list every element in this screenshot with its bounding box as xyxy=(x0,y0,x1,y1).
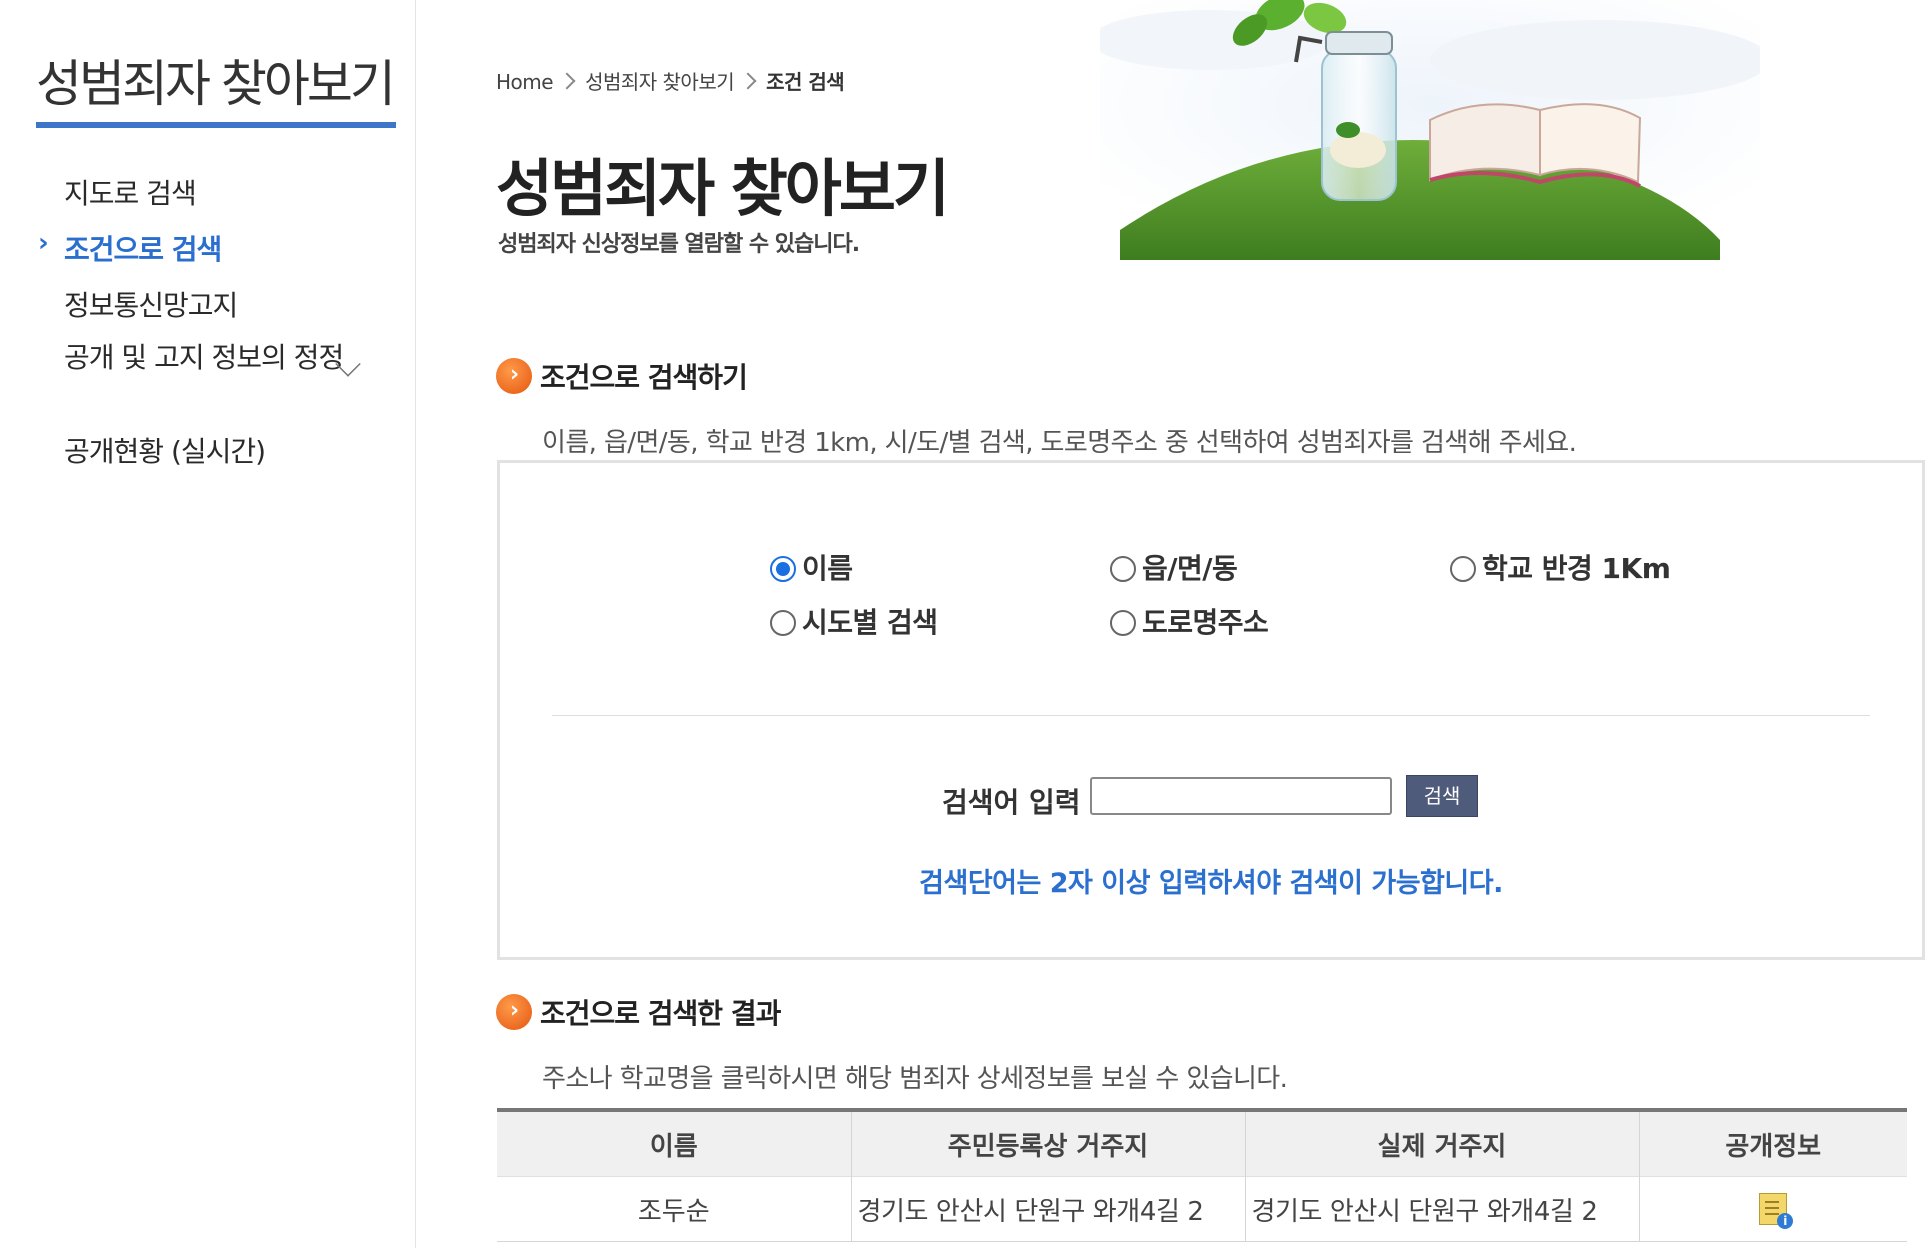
sidebar-item-label: 지도로 검색 xyxy=(64,177,197,210)
sidebar-item-map-search[interactable]: 지도로 검색 xyxy=(64,172,344,228)
search-panel: 이름 읍/면/동 학교 반경 1Km 시도별 검색 도로명주소 검색어 입력 검… xyxy=(497,460,1925,960)
sidebar-item-label: 공개 및 고지 정보의 정정 xyxy=(64,341,344,374)
results-table: 이름 주민등록상 거주지 실제 거주지 공개정보 조두순 경기도 안산시 단원구… xyxy=(497,1108,1907,1242)
column-header-name: 이름 xyxy=(497,1108,851,1177)
search-section-heading: › 조건으로 검색하기 xyxy=(496,356,748,396)
search-input[interactable] xyxy=(1090,777,1392,815)
search-input-label: 검색어 입력 xyxy=(942,786,1081,819)
radio-option-label: 도로명주소 xyxy=(1142,606,1269,639)
search-section-heading-text: 조건으로 검색하기 xyxy=(540,361,748,394)
column-header-public-info: 공개정보 xyxy=(1638,1108,1907,1177)
radio-button[interactable] xyxy=(1110,610,1136,636)
results-section-heading-text: 조건으로 검색한 결과 xyxy=(540,997,781,1030)
chevron-right-icon: › xyxy=(38,228,49,258)
results-section-description: 주소나 학교명을 클릭하시면 해당 범죄자 상세정보를 보실 수 있습니다. xyxy=(542,1064,1288,1094)
radio-button[interactable] xyxy=(1450,556,1476,582)
sidebar-item-label: 공개현황 (실시간) xyxy=(64,435,266,468)
table-row: 조두순 경기도 안산시 단원구 와개4길 2 경기도 안산시 단원구 와개4길 … xyxy=(497,1176,1907,1242)
chevron-right-icon xyxy=(558,72,576,90)
sidebar-item-label: 조건으로 검색 xyxy=(64,233,222,266)
sidebar-title: 성범죄자 찾아보기 xyxy=(36,55,396,113)
chevron-right-circle-icon: › xyxy=(496,994,532,1030)
sidebar-nav: 지도로 검색 › 조건으로 검색 정보통신망고지 공개 및 고지 정보의 정정 공… xyxy=(38,172,344,480)
radio-button-checked[interactable] xyxy=(770,556,796,582)
column-header-actual-address: 실제 거주지 xyxy=(1244,1108,1639,1177)
document-info-icon[interactable] xyxy=(1759,1193,1794,1229)
search-button[interactable]: 검색 xyxy=(1406,775,1478,817)
table-header-row: 이름 주민등록상 거주지 실제 거주지 공개정보 xyxy=(497,1108,1907,1177)
chevron-right-circle-icon: › xyxy=(496,358,532,394)
search-section-description: 이름, 읍/면/동, 학교 반경 1km, 시/도/별 검색, 도로명주소 중 … xyxy=(542,428,1577,458)
cell-public-info xyxy=(1638,1176,1907,1242)
sidebar-item-label: 정보통신망고지 xyxy=(64,289,238,322)
cell-actual-address[interactable]: 경기도 안산시 단원구 와개4길 2 xyxy=(1244,1176,1639,1242)
breadcrumb: Home 성범죄자 찾아보기 조건 검색 xyxy=(496,66,845,95)
radio-option-name[interactable]: 이름 xyxy=(770,547,853,587)
cell-registered-address[interactable]: 경기도 안산시 단원구 와개4길 2 xyxy=(850,1176,1245,1242)
divider xyxy=(552,715,1870,716)
radio-option-school-radius[interactable]: 학교 반경 1Km xyxy=(1450,547,1671,587)
radio-option-dong[interactable]: 읍/면/동 xyxy=(1110,547,1238,587)
radio-option-label: 이름 xyxy=(802,552,853,585)
search-hint: 검색단어는 2자 이상 입력하셔야 검색이 가능합니다. xyxy=(919,868,1503,899)
hero-illustration xyxy=(1100,0,1760,260)
breadcrumb-section[interactable]: 성범죄자 찾아보기 xyxy=(585,70,735,94)
radio-option-label: 시도별 검색 xyxy=(802,606,938,639)
sidebar: 성범죄자 찾아보기 지도로 검색 › 조건으로 검색 정보통신망고지 공개 및 고… xyxy=(0,0,416,1248)
sidebar-item-info-correction[interactable]: 공개 및 고지 정보의 정정 xyxy=(64,340,344,430)
radio-button[interactable] xyxy=(1110,556,1136,582)
chevron-right-icon xyxy=(739,72,757,90)
page-title: 성범죄자 찾아보기 xyxy=(496,152,950,225)
cell-name: 조두순 xyxy=(497,1176,851,1242)
breadcrumb-home[interactable]: Home xyxy=(496,70,554,94)
column-header-registered-address: 주민등록상 거주지 xyxy=(850,1108,1245,1177)
sidebar-title-underline xyxy=(36,122,396,128)
radio-option-road-address[interactable]: 도로명주소 xyxy=(1110,601,1269,641)
sidebar-item-condition-search[interactable]: › 조건으로 검색 xyxy=(38,228,344,284)
sidebar-item-disclosure-status[interactable]: 공개현황 (실시간) xyxy=(64,430,344,480)
breadcrumb-current: 조건 검색 xyxy=(766,70,845,94)
radio-button[interactable] xyxy=(770,610,796,636)
radio-option-city-province[interactable]: 시도별 검색 xyxy=(770,601,938,641)
page-subtitle: 성범죄자 신상정보를 열람할 수 있습니다. xyxy=(498,232,860,257)
radio-option-label: 읍/면/동 xyxy=(1142,552,1238,585)
results-section-heading: › 조건으로 검색한 결과 xyxy=(496,992,781,1032)
radio-option-label: 학교 반경 1Km xyxy=(1482,552,1671,585)
sidebar-item-network-notice[interactable]: 정보통신망고지 xyxy=(64,284,344,340)
